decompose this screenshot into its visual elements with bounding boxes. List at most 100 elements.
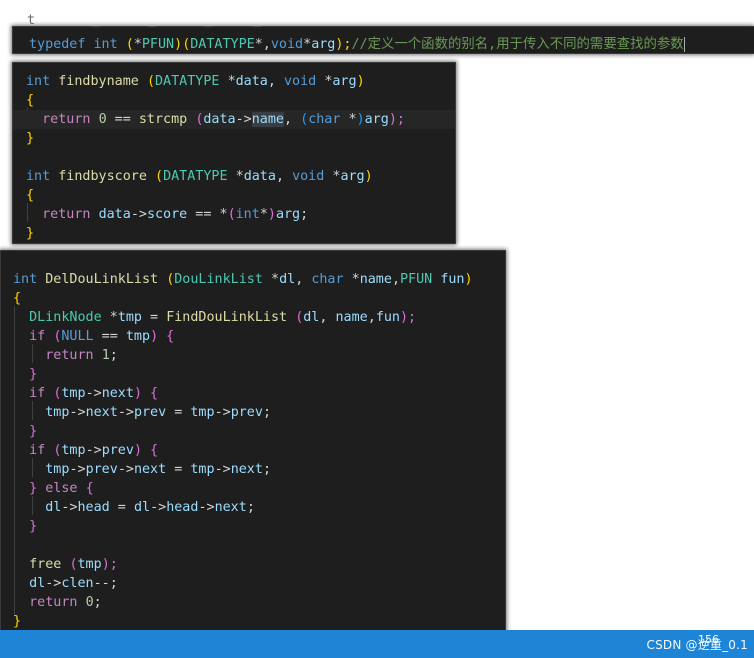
code-line[interactable]: } else { xyxy=(13,479,505,498)
code-token: int xyxy=(93,37,126,52)
code-token: 0 xyxy=(85,595,94,610)
code-token: findbyname xyxy=(58,74,147,89)
code-token: == xyxy=(93,329,126,344)
code-token: return xyxy=(29,595,86,610)
code-token: , xyxy=(367,310,376,325)
code-token: { xyxy=(26,188,35,203)
code-token: } xyxy=(29,519,38,534)
code-line[interactable]: tmp->next->prev = tmp->prev; xyxy=(13,403,505,422)
code-token: arg xyxy=(364,112,389,127)
code-token: ) xyxy=(464,272,473,287)
code-token: -> xyxy=(85,386,102,401)
code-token: , xyxy=(391,272,400,287)
code-token: tmp xyxy=(61,443,86,458)
code-token: ; xyxy=(300,207,309,222)
code-token: { xyxy=(85,481,94,496)
code-line[interactable]: if (tmp->next) { xyxy=(13,384,505,403)
code-token: dl xyxy=(45,500,62,515)
code-token: , xyxy=(319,310,336,325)
code-line: t _ _ _ _ xyxy=(27,13,277,28)
code-token: tmp xyxy=(45,462,70,477)
code-line[interactable]: int findbyscore (DATATYPE *data, void *a… xyxy=(26,167,455,186)
code-line[interactable]: } xyxy=(26,224,455,243)
code-line[interactable]: return 0; xyxy=(13,593,505,612)
code-token: ) xyxy=(267,207,276,222)
code-line[interactable]: if (tmp->prev) { xyxy=(13,441,505,460)
code-token: ); xyxy=(400,310,417,325)
code-token: , xyxy=(267,74,284,89)
code-token: tmp xyxy=(190,405,215,420)
code-token: prev xyxy=(133,405,167,420)
code-token: ); xyxy=(335,37,352,52)
editor-panel-find-functions: int findbyname (DATATYPE *data, void *ar… xyxy=(12,62,456,244)
code-token: ; xyxy=(93,595,102,610)
code-token: char xyxy=(308,112,349,127)
code-token: dl xyxy=(29,576,46,591)
code-token: typedef xyxy=(29,37,94,52)
code-token: next xyxy=(214,500,247,515)
code-line[interactable]: dl->clen--; xyxy=(13,574,505,593)
code-token: void xyxy=(284,74,325,89)
code-token: data xyxy=(98,207,131,222)
code-token: int xyxy=(26,74,59,89)
code-line[interactable]: return data->score == *(int*)arg; xyxy=(26,205,455,224)
code-token: fun xyxy=(375,310,400,325)
code-token: NULL xyxy=(61,329,94,344)
code-token: ) { xyxy=(150,329,175,344)
code-token: next xyxy=(133,462,167,477)
code-token: arg xyxy=(275,207,301,222)
code-token: arg xyxy=(332,74,357,89)
code-token: tmp xyxy=(117,310,142,325)
code-token: * xyxy=(303,37,312,52)
code-line[interactable]: { xyxy=(13,289,505,308)
code-token: tmp xyxy=(77,557,102,572)
code-token: -> xyxy=(214,462,231,477)
code-line[interactable] xyxy=(13,536,505,555)
code-token: int xyxy=(13,272,46,287)
code-token: char xyxy=(311,272,352,287)
code-line[interactable]: typedef int (*PFUN)(DATATYPE*,void*arg);… xyxy=(29,35,754,54)
code-token: * xyxy=(227,74,236,89)
code-token: ; xyxy=(109,348,118,363)
code-line[interactable]: return 0 == strcmp (data->name, (char *)… xyxy=(26,110,455,129)
code-token: ; xyxy=(246,500,255,515)
code-line[interactable]: DLinkNode *tmp = FindDouLinkList (dl, na… xyxy=(13,308,505,327)
code-token: * xyxy=(348,112,357,127)
code-line[interactable]: } xyxy=(26,129,455,148)
code-token: prev xyxy=(230,405,263,420)
code-token: if xyxy=(29,443,54,458)
editor-panel-typedef: t _ _ _ _ typedef int (*PFUN)(DATATYPE*,… xyxy=(12,13,754,54)
code-line[interactable]: { xyxy=(26,91,455,110)
code-line[interactable]: } xyxy=(13,422,505,441)
code-token: tmp xyxy=(190,462,215,477)
code-line[interactable]: { xyxy=(26,186,455,205)
code-token: ( xyxy=(155,169,164,184)
code-token: ( xyxy=(146,74,155,89)
code-token: ); xyxy=(101,557,118,572)
code-line[interactable]: return 1; xyxy=(13,346,505,365)
code-token: --; xyxy=(93,576,118,591)
code-line[interactable] xyxy=(26,148,455,167)
editor-panel-del-function: int DelDouLinkList (DouLinkList *dl, cha… xyxy=(0,250,506,636)
code-line[interactable]: int findbyname (DATATYPE *data, void *ar… xyxy=(26,72,455,91)
code-token: , xyxy=(295,272,312,287)
code-token: -> xyxy=(85,443,102,458)
code-token: dl xyxy=(133,500,151,515)
code-token: ); xyxy=(388,112,405,127)
code-line[interactable]: int DelDouLinkList (DouLinkList *dl, cha… xyxy=(13,270,505,289)
code-line[interactable]: } xyxy=(13,517,505,536)
code-token: free xyxy=(29,557,70,572)
code-token: ; xyxy=(262,405,271,420)
code-line[interactable]: } xyxy=(13,365,505,384)
code-line[interactable]: tmp->prev->next = tmp->next; xyxy=(13,460,505,479)
code-line[interactable]: if (NULL == tmp) { xyxy=(13,327,505,346)
code-line[interactable]: free (tmp); xyxy=(13,555,505,574)
code-line[interactable]: } xyxy=(13,612,505,631)
code-token: ) { xyxy=(133,386,159,401)
code-token: ( xyxy=(125,37,134,52)
code-line[interactable]: dl->head = dl->head->next; xyxy=(13,498,505,517)
